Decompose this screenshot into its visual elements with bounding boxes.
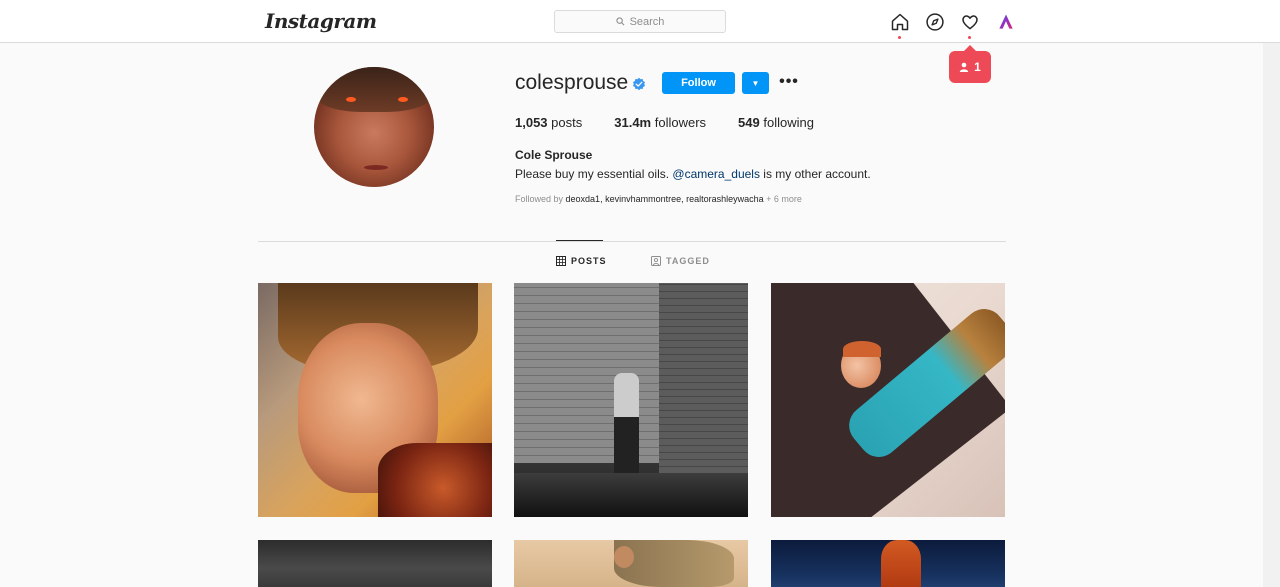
post-thumbnail[interactable] [771,283,1005,517]
profile-bio: Please buy my essential oils. @camera_du… [515,167,871,181]
followers-stat[interactable]: 31.4m followers [614,115,706,130]
follow-button[interactable]: Follow [662,72,735,94]
followed-by-names: deoxda1, kevinvhammontree, realtorashley… [565,194,764,204]
followers-label: followers [654,115,707,130]
avatar-hair [314,67,434,112]
avatar-mouth [364,165,388,170]
tab-tagged-label: TAGGED [666,256,710,266]
tab-posts-label: POSTS [571,256,607,266]
posts-label: posts [551,115,583,130]
avatar-eye-left [346,97,356,102]
profile-avatar-icon[interactable] [996,12,1016,32]
chevron-down-icon: ▼ [751,78,760,88]
explore-icon[interactable] [925,12,945,32]
avatar-eye-right [398,97,408,102]
grid-icon [556,256,566,266]
tab-active-indicator [556,240,603,241]
post-thumbnail[interactable] [514,540,748,587]
search-input[interactable]: Search [554,10,726,33]
post-image-detail [378,443,492,517]
post-image-detail [881,540,921,587]
search-icon [615,17,625,26]
posts-stat: 1,053 posts [515,115,582,130]
posts-count: 1,053 [515,115,548,130]
post-image-detail [614,546,634,568]
post-thumbnail[interactable] [771,540,1005,587]
notification-count: 1 [974,60,981,74]
post-image-detail [514,473,748,517]
bio-text: Please buy my essential oils. [515,167,673,181]
top-navbar: Instagram Search [0,0,1280,43]
tab-tagged[interactable]: TAGGED [651,256,710,266]
followed-by-line[interactable]: Followed by deoxda1, kevinvhammontree, r… [515,194,802,204]
post-image-detail [659,283,748,473]
following-count: 549 [738,115,760,130]
profile-avatar[interactable] [314,67,434,187]
following-stat[interactable]: 549 following [738,115,814,130]
home-active-dot [898,36,901,39]
profile-stats: 1,053 posts 31.4m followers 549 followin… [515,115,846,130]
profile-full-name: Cole Sprouse [515,148,593,162]
person-icon [959,62,969,72]
followed-by-prefix: Followed by [515,194,566,204]
tagged-icon [651,256,661,266]
instagram-logo[interactable]: Instagram [265,9,377,33]
home-icon[interactable] [890,12,910,32]
heart-notification-dot [968,36,971,39]
tabs-divider [258,241,1006,242]
profile-username: colesprouse [515,71,629,94]
followers-count: 31.4m [614,115,652,130]
post-thumbnail[interactable] [258,283,492,517]
more-options-icon[interactable]: ••• [779,73,799,93]
followed-by-more: + 6 more [763,194,802,204]
post-thumbnail[interactable] [258,540,492,587]
verified-badge-icon [632,77,646,91]
post-thumbnail[interactable] [514,283,748,517]
search-placeholder: Search [629,15,665,28]
scrollbar[interactable] [1263,43,1280,587]
tab-posts[interactable]: POSTS [556,256,607,266]
suggested-accounts-dropdown-button[interactable]: ▼ [742,72,769,94]
bio-text-end: is my other account. [759,167,871,181]
post-image-detail [843,341,881,357]
heart-icon[interactable] [960,12,980,32]
follower-notification-badge[interactable]: 1 [949,45,991,83]
post-image-detail [614,373,639,483]
following-label: following [763,115,814,130]
bio-mention-link[interactable]: @camera_duels [672,167,760,181]
